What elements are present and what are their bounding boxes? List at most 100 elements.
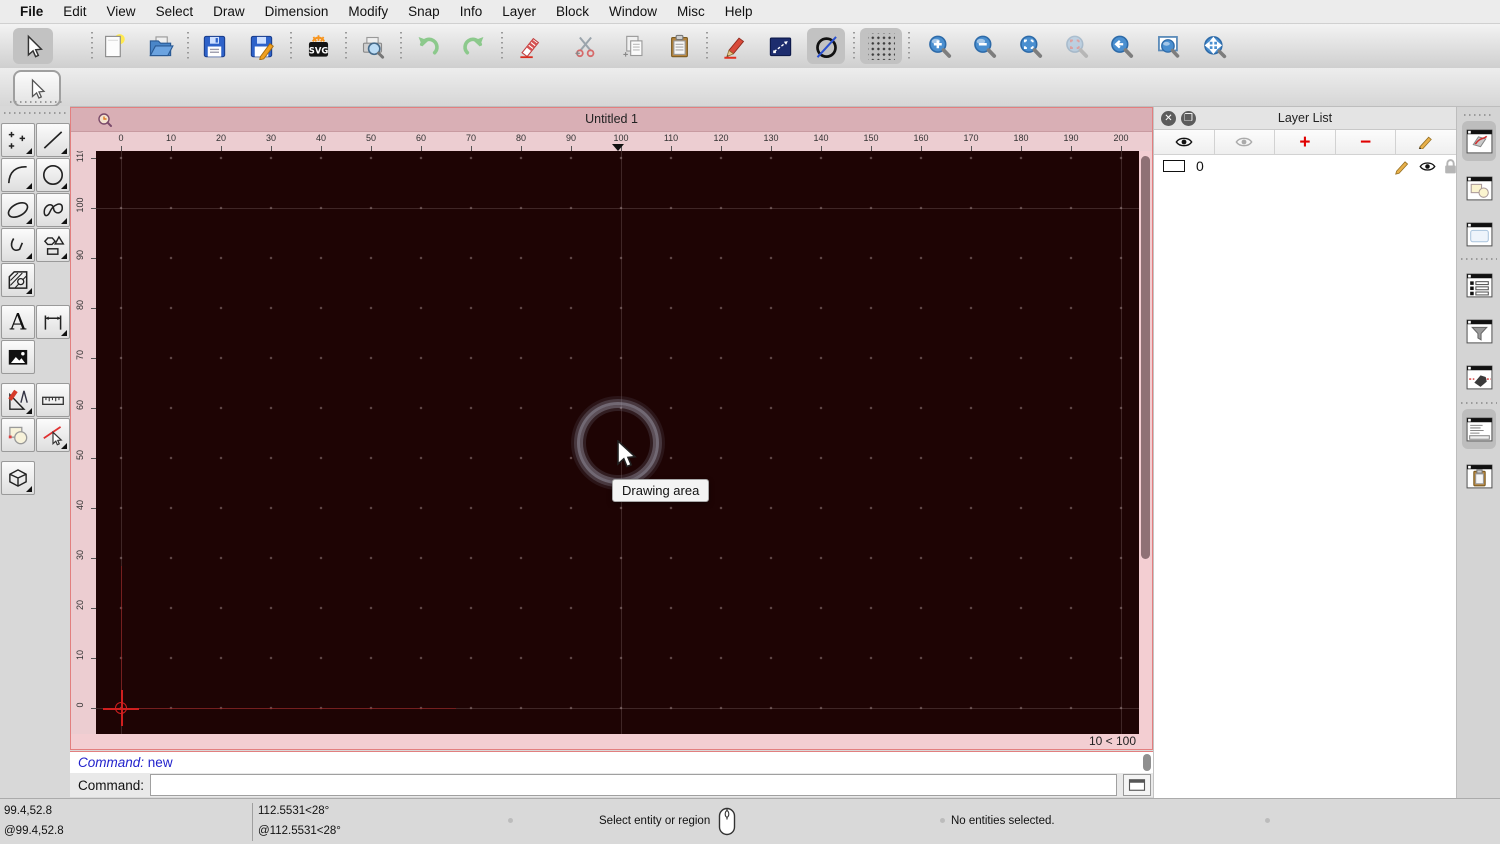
command-history-value: new [147, 755, 173, 770]
menu-select[interactable]: Select [146, 4, 204, 19]
layer-list-widget-button[interactable] [1462, 121, 1496, 161]
pencil-icon [723, 36, 744, 59]
layer-row[interactable]: 0 [1154, 155, 1456, 178]
copy-button[interactable] [614, 28, 652, 64]
order-tool-button[interactable] [1, 418, 35, 452]
menu-draw[interactable]: Draw [203, 4, 255, 19]
block-list-widget-button[interactable] [1462, 168, 1496, 208]
menu-edit[interactable]: Edit [53, 4, 96, 19]
drawing-area-tooltip: Drawing area [612, 479, 710, 502]
dimension-tool-button[interactable] [36, 305, 70, 339]
solid-3d-tool-button[interactable] [1, 461, 35, 495]
ellipse-tool-button[interactable] [1, 193, 35, 227]
new-file-button[interactable] [94, 28, 132, 64]
menu-layer[interactable]: Layer [492, 4, 546, 19]
drawing-area[interactable]: Drawing area [96, 151, 1141, 736]
menu-block[interactable]: Block [546, 4, 599, 19]
measure-tool-button[interactable] [36, 383, 70, 417]
scrollbar-thumb[interactable] [1141, 156, 1150, 559]
line-tool-button[interactable] [761, 28, 799, 64]
absolute-polar-coordinates: 112.5531<28° [258, 805, 330, 817]
save-as-icon [250, 35, 274, 60]
save-button[interactable] [195, 28, 233, 64]
points-tool-button[interactable] [1, 123, 35, 157]
clipboard-widget-button[interactable] [1462, 456, 1496, 496]
zoom-previous-button[interactable] [1057, 28, 1095, 64]
spline-tool-button[interactable] [36, 193, 70, 227]
delete-eraser-button[interactable] [511, 28, 549, 64]
drawing-window-titlebar[interactable]: Untitled 1 [71, 108, 1152, 132]
command-input-row: Command: [70, 773, 1153, 797]
v-ruler-label: 20 [75, 600, 85, 611]
menu-help[interactable]: Help [715, 4, 763, 19]
menu-view[interactable]: View [97, 4, 146, 19]
v-ruler-label: 10 [75, 650, 85, 661]
menu-modify[interactable]: Modify [338, 4, 398, 19]
remove-layer-button[interactable]: − [1335, 130, 1397, 155]
pen-wizard-widget-button[interactable] [1462, 357, 1496, 397]
detach-command-widget-button[interactable] [1123, 774, 1151, 796]
select-arrow-button[interactable] [13, 28, 53, 64]
zoom-in-button[interactable] [920, 28, 958, 64]
zoom-window-button[interactable] [1149, 28, 1187, 64]
command-input[interactable] [150, 774, 1117, 796]
command-widget-button[interactable] [1462, 409, 1496, 449]
line-tool-button[interactable] [36, 123, 70, 157]
zoom-out-button[interactable] [965, 28, 1003, 64]
entity-list-window-icon [1466, 273, 1492, 297]
paste-button[interactable] [660, 28, 698, 64]
circle-tool-button[interactable] [807, 28, 845, 64]
history-scrollbar-thumb[interactable] [1143, 754, 1151, 771]
undo-icon [418, 36, 439, 54]
select-entity-tool-button[interactable] [36, 418, 70, 452]
hide-all-layers-button[interactable] [1214, 130, 1276, 155]
entity-list-widget-button[interactable] [1462, 265, 1496, 305]
relative-polar-coordinates: @112.5531<28° [258, 825, 341, 837]
scissors-icon [574, 36, 594, 57]
vertical-scrollbar[interactable] [1139, 151, 1152, 736]
library-browser-widget-button[interactable] [1462, 214, 1496, 254]
menu-misc[interactable]: Misc [667, 4, 715, 19]
add-layer-button[interactable]: + [1275, 130, 1336, 155]
zoom-pan-button[interactable] [1195, 28, 1233, 64]
zoom-back-icon [1110, 35, 1133, 58]
edit-layer-button[interactable] [1396, 130, 1456, 155]
v-ruler-label: 30 [75, 550, 85, 561]
layer-edit-pencil-icon[interactable] [1394, 158, 1411, 175]
toolbar-separator [400, 32, 402, 60]
export-svg-button[interactable]: SVG [299, 28, 337, 64]
polygon-tool-button[interactable] [36, 228, 70, 262]
submenu-corner [26, 148, 32, 154]
open-file-button[interactable] [141, 28, 179, 64]
new-file-icon [104, 33, 125, 57]
absolute-coordinates: 99.4,52.8 [4, 805, 52, 817]
menu-window[interactable]: Window [599, 4, 667, 19]
save-as-button[interactable] [242, 28, 280, 64]
zoom-back-button[interactable] [1102, 28, 1140, 64]
cut-button[interactable] [566, 28, 604, 64]
dock-separator [1461, 258, 1497, 260]
edit-pencil-button[interactable] [715, 28, 753, 64]
h-ruler-label: 170 [963, 133, 979, 143]
zoom-auto-button[interactable] [1011, 28, 1049, 64]
redo-button[interactable] [454, 28, 492, 64]
status-bar: 99.4,52.8 @99.4,52.8 112.5531<28° @112.5… [0, 798, 1500, 844]
grid-toggle-button[interactable] [860, 28, 902, 64]
image-tool-button[interactable] [1, 340, 35, 374]
circle-tool-button[interactable] [36, 158, 70, 192]
undo-button[interactable] [409, 28, 447, 64]
menu-file[interactable]: File [10, 4, 53, 19]
show-all-layers-button[interactable] [1154, 130, 1215, 155]
polyline-tool-button[interactable] [1, 228, 35, 262]
menu-info[interactable]: Info [450, 4, 493, 19]
arc-tool-button[interactable] [1, 158, 35, 192]
menu-snap[interactable]: Snap [398, 4, 450, 19]
layer-visibility-icon[interactable] [1419, 158, 1436, 175]
text-tool-button[interactable]: A [1, 305, 35, 339]
hatch-tool-button[interactable] [1, 263, 35, 297]
layer-color-swatch[interactable] [1163, 160, 1185, 172]
modify-tool-button[interactable] [1, 383, 35, 417]
menu-dimension[interactable]: Dimension [255, 4, 339, 19]
filter-widget-button[interactable] [1462, 311, 1496, 351]
print-preview-button[interactable] [353, 28, 391, 64]
